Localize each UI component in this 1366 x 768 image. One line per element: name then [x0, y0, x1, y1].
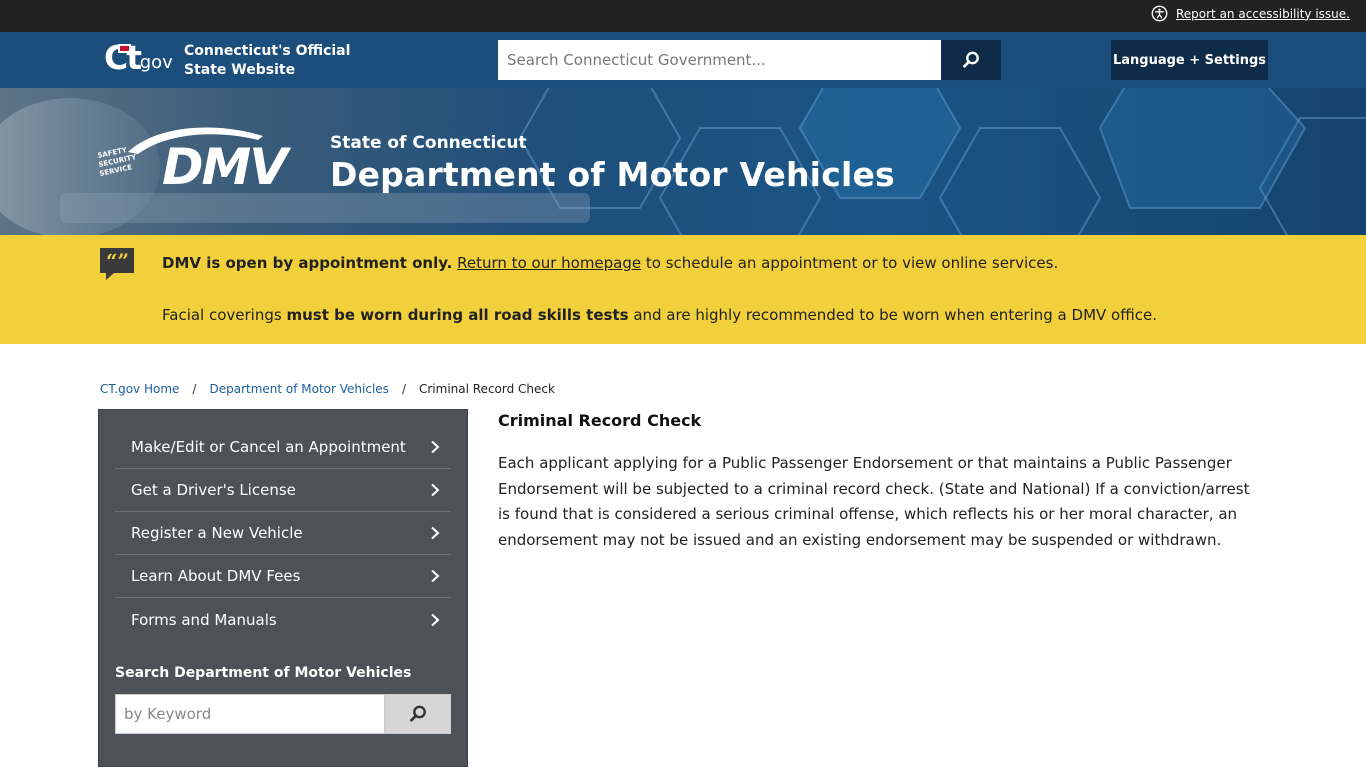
language-settings-button[interactable]: Language + Settings	[1111, 40, 1268, 80]
site-title-line1: Connecticut's Official	[184, 43, 351, 59]
alert-appointment-rest: to schedule an appointment or to view on…	[641, 254, 1059, 272]
site-title: Connecticut's Official State Website	[184, 42, 354, 80]
alert-facial-bold: must be worn during all road skills test…	[286, 306, 629, 324]
side-nav-item-label: Forms and Manuals	[131, 610, 277, 629]
alert-line-facial-coverings: Facial coverings must be worn during all…	[162, 306, 1157, 324]
dmv-logo[interactable]: SAFETY SECURITY SERVICE DMV	[98, 122, 298, 194]
side-nav-item-register-vehicle[interactable]: Register a New Vehicle	[115, 512, 451, 555]
ct-gov-logo[interactable]: Ct .gov	[104, 40, 173, 80]
side-search-form	[115, 694, 451, 734]
report-accessibility-label: Report an accessibility issue.	[1175, 6, 1350, 21]
ct-logo-gov: .gov	[134, 52, 173, 73]
breadcrumb-separator: /	[401, 382, 406, 396]
ct-gov-header: Ct .gov Connecticut's Official State Web…	[0, 32, 1366, 88]
breadcrumb-current: Criminal Record Check	[418, 382, 555, 396]
ct-logo-flag-icon	[118, 44, 131, 53]
breadcrumb-separator: /	[192, 382, 197, 396]
side-search-button[interactable]	[385, 694, 451, 734]
side-nav-item-drivers-license[interactable]: Get a Driver's License	[115, 469, 451, 512]
ct-search-input[interactable]	[498, 40, 941, 80]
side-nav-item-appointment[interactable]: Make/Edit or Cancel an Appointment	[115, 426, 451, 469]
chevron-right-icon	[431, 526, 440, 540]
search-icon	[963, 51, 979, 68]
search-icon	[410, 705, 426, 722]
side-navigation: Make/Edit or Cancel an Appointment Get a…	[98, 409, 468, 767]
side-search-input[interactable]	[115, 694, 385, 734]
alert-appointment-bold: DMV is open by appointment only.	[162, 254, 453, 272]
agency-subtitle: State of Connecticut	[330, 133, 527, 153]
chevron-right-icon	[431, 569, 440, 583]
ct-search-form	[498, 40, 1001, 80]
report-accessibility-link[interactable]: Report an accessibility issue.	[1151, 5, 1350, 22]
side-nav-item-forms-manuals[interactable]: Forms and Manuals	[115, 598, 451, 641]
chevron-right-icon	[431, 483, 440, 497]
site-title-line2: State Website	[184, 62, 296, 78]
chevron-right-icon	[431, 613, 440, 626]
alert-facial-pre: Facial coverings	[162, 306, 287, 324]
alert-facial-post: and are highly recommended to be worn wh…	[628, 306, 1157, 324]
alert-banner: “” DMV is open by appointment only. Retu…	[0, 235, 1366, 344]
breadcrumb: CT.gov Home / Department of Motor Vehicl…	[100, 382, 555, 396]
accessibility-icon	[1151, 5, 1168, 22]
side-nav-item-label: Register a New Vehicle	[131, 524, 303, 542]
ct-search-button[interactable]	[941, 40, 1001, 80]
svg-text:“”: “”	[106, 249, 129, 273]
quote-icon: “”	[100, 248, 134, 280]
return-homepage-link[interactable]: Return to our homepage	[457, 254, 641, 272]
svg-text:DMV: DMV	[162, 138, 291, 194]
utility-bar: Report an accessibility issue.	[0, 0, 1366, 32]
side-nav-item-label: Get a Driver's License	[131, 481, 296, 499]
side-nav-item-label: Make/Edit or Cancel an Appointment	[131, 438, 406, 456]
breadcrumb-dmv[interactable]: Department of Motor Vehicles	[209, 382, 388, 396]
chevron-right-icon	[431, 440, 440, 454]
page-body-text: Each applicant applying for a Public Pas…	[498, 454, 1250, 550]
agency-name: Department of Motor Vehicles	[330, 155, 895, 194]
alert-line-appointment: DMV is open by appointment only. Return …	[162, 254, 1058, 272]
breadcrumb-ct-gov-home[interactable]: CT.gov Home	[100, 382, 179, 396]
ct-gov-logo-mark: Ct .gov	[104, 40, 173, 80]
side-nav-item-label: Learn About DMV Fees	[131, 567, 301, 585]
side-search-title: Search Department of Motor Vehicles	[115, 665, 412, 681]
side-nav-item-dmv-fees[interactable]: Learn About DMV Fees	[115, 555, 451, 598]
side-nav-list: Make/Edit or Cancel an Appointment Get a…	[115, 426, 451, 641]
page-title: Criminal Record Check	[498, 411, 702, 430]
